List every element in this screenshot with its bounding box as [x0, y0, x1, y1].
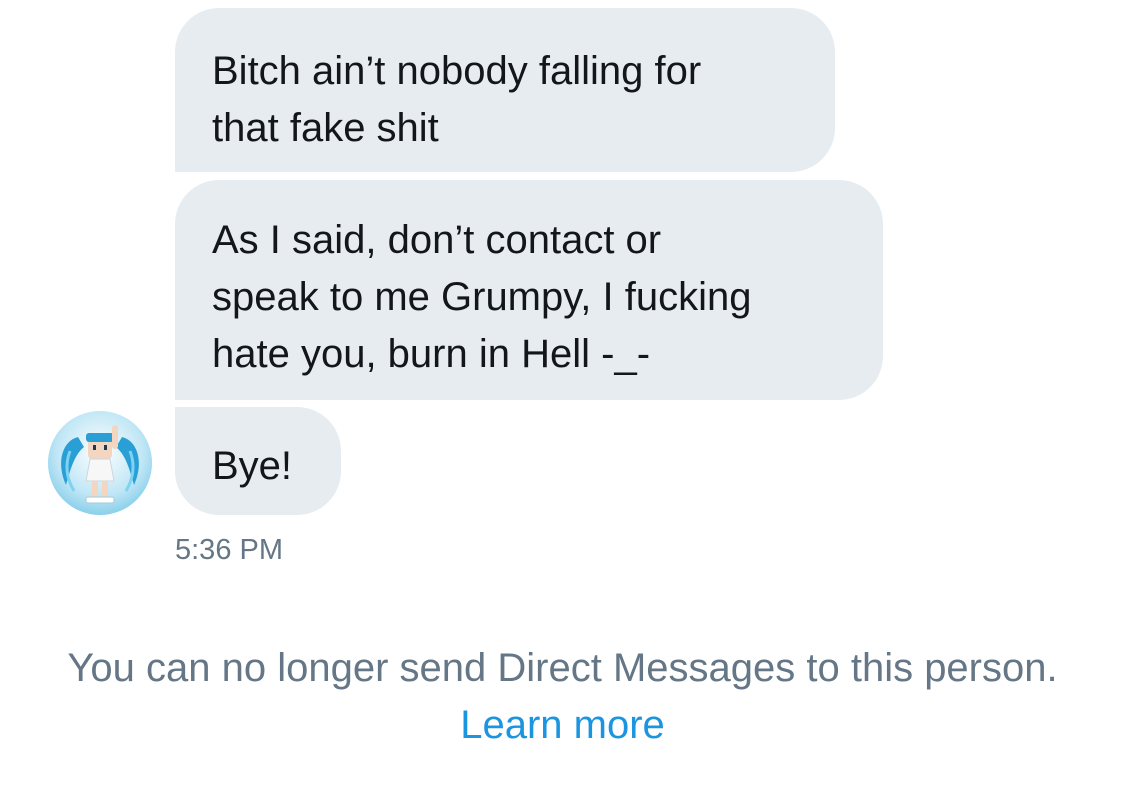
dm-conversation: Bitch ain’t nobody falling for that fake… — [0, 0, 1125, 791]
anime-character-avatar-icon — [48, 411, 152, 515]
learn-more-link[interactable]: Learn more — [460, 703, 665, 747]
message-bubble[interactable]: Bitch ain’t nobody falling for that fake… — [175, 8, 835, 172]
message-bubble[interactable]: Bye! — [175, 407, 341, 515]
sender-avatar[interactable] — [48, 411, 152, 515]
message-timestamp: 5:36 PM — [175, 534, 283, 566]
message-bubble[interactable]: As I said, don’t contact or speak to me … — [175, 180, 883, 400]
blocked-notice-text: You can no longer send Direct Messages t… — [67, 646, 1058, 690]
blocked-notice: You can no longer send Direct Messages t… — [40, 640, 1085, 754]
